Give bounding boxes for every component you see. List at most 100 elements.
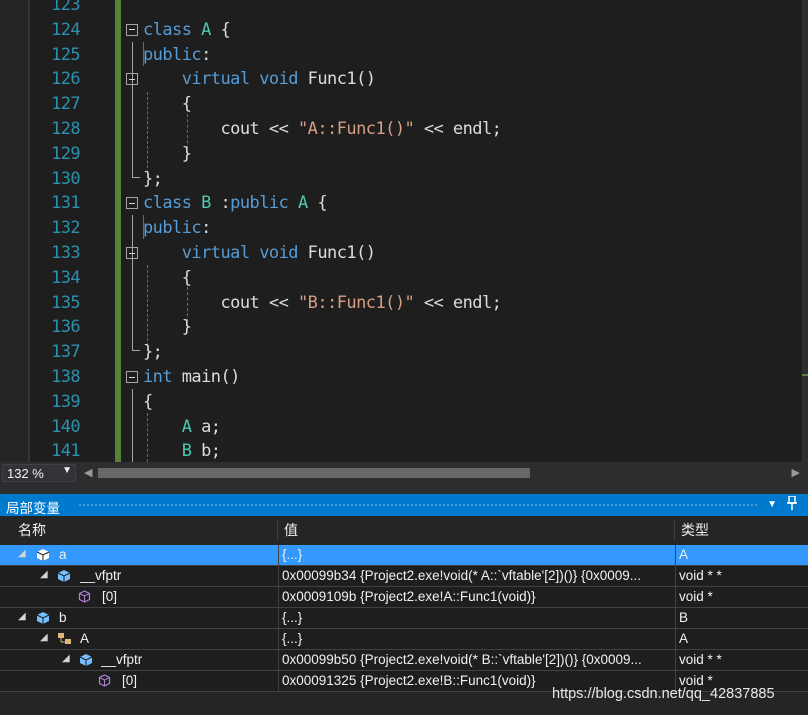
code-line[interactable]: 125 public: — [0, 44, 808, 69]
code-token: A — [297, 193, 308, 214]
code-line[interactable]: 130}; — [0, 168, 808, 193]
collapse-box-icon[interactable] — [126, 247, 138, 259]
locals-row[interactable]: [0] 0x0009109b {Project2.exe!A::Func1(voi… — [0, 587, 808, 608]
code-text: { — [143, 267, 192, 288]
column-value[interactable]: 值 — [278, 519, 675, 541]
code-text: class B :public A { — [143, 193, 328, 214]
local-value[interactable]: {...} — [282, 629, 672, 649]
local-value[interactable]: 0x00099b50 {Project2.exe!void(* B::`vfta… — [282, 650, 672, 670]
locals-title-bar[interactable]: 局部变量 ▼ — [0, 494, 808, 516]
cell-divider — [675, 650, 676, 670]
code-line[interactable]: 138 int main() — [0, 366, 808, 391]
code-token: }; — [143, 342, 163, 363]
cell-divider — [675, 566, 676, 586]
line-number: 127 — [51, 94, 81, 115]
code-token: cout << — [143, 292, 298, 313]
code-line[interactable]: 123 — [0, 0, 808, 19]
code-line[interactable]: 124 class A { — [0, 19, 808, 44]
code-line[interactable]: 129 } — [0, 143, 808, 168]
locals-row[interactable]: ◢ __vfptr 0x00099b34 {Project2.exe!void(* … — [0, 566, 808, 587]
code-token: cout << — [143, 119, 298, 139]
local-type: void * * — [679, 568, 722, 583]
code-token: : — [220, 193, 231, 214]
code-text: }; — [143, 342, 163, 363]
code-line[interactable]: 132 public: — [0, 217, 808, 242]
collapse-box-icon[interactable] — [126, 23, 138, 36]
panel-splitter[interactable] — [0, 484, 808, 494]
expand-triangle-icon[interactable]: ◢ — [18, 611, 26, 622]
object-cube-icon — [78, 590, 91, 603]
watermark: https://blog.csdn.net/qq_42837885 — [552, 686, 775, 702]
code-editor[interactable]: 123 124 class A {125 public: 126 virtual voi… — [0, 0, 808, 462]
code-token: { — [210, 19, 231, 40]
code-token: B — [181, 441, 202, 462]
code-line[interactable]: 139 { — [0, 391, 808, 416]
code-line[interactable]: 134 { — [0, 267, 808, 292]
code-token: A — [201, 19, 211, 40]
collapse-box-icon[interactable] — [126, 73, 138, 86]
code-token: }; — [143, 168, 163, 189]
local-value[interactable]: {...} — [282, 545, 672, 565]
dropdown-caret-icon[interactable]: ▼ — [767, 499, 777, 510]
cell-divider — [278, 587, 279, 607]
expand-triangle-icon[interactable]: ◢ — [40, 632, 48, 643]
scroll-left-arrow-icon[interactable]: ◀ — [84, 466, 92, 479]
local-value[interactable]: 0x0009109b {Project2.exe!A::Func1(void)} — [282, 587, 672, 607]
code-token: public — [230, 193, 298, 214]
code-line[interactable]: 126 virtual void Func1() — [0, 68, 808, 93]
code-line[interactable]: 127 { — [0, 93, 808, 118]
pin-icon[interactable] — [787, 495, 797, 513]
code-token: public — [143, 218, 202, 239]
expand-triangle-icon[interactable]: ◢ — [62, 653, 70, 664]
locals-row[interactable]: ◢ b {...} B — [0, 608, 808, 629]
locals-row[interactable]: ◢ A {...} A — [0, 629, 808, 650]
base-class-icon — [57, 632, 71, 645]
expand-triangle-icon[interactable]: ◢ — [40, 569, 48, 580]
code-line[interactable]: 135 cout << "B::Func1()" << endl; — [0, 292, 808, 317]
code-line[interactable]: 141 B b; — [0, 440, 808, 462]
local-type: void * * — [679, 652, 722, 667]
horizontal-scroll-thumb[interactable] — [98, 468, 530, 478]
code-token: b; — [201, 441, 221, 462]
cell-divider — [675, 587, 676, 607]
line-number: 133 — [51, 243, 81, 263]
code-token: class — [143, 19, 202, 40]
line-number: 130 — [51, 168, 81, 189]
code-token: Func1() — [307, 69, 376, 90]
locals-row[interactable]: ◢ __vfptr 0x00099b50 {Project2.exe!void(* … — [0, 650, 808, 671]
code-token: class — [143, 193, 202, 214]
code-line[interactable]: 136 } — [0, 316, 808, 341]
code-line[interactable]: 133 virtual void Func1() — [0, 242, 808, 267]
code-line[interactable]: 137}; — [0, 341, 808, 366]
local-value[interactable]: {...} — [282, 608, 672, 628]
code-token: << endl; — [414, 292, 502, 313]
code-token: virtual — [143, 69, 260, 90]
column-type[interactable]: 类型 — [675, 519, 808, 541]
column-name[interactable]: 名称 — [12, 519, 278, 541]
code-token: { — [143, 94, 192, 115]
local-name: b — [59, 610, 67, 625]
zoom-dropdown[interactable]: 132 % ▼ — [2, 464, 76, 482]
collapse-box-icon[interactable] — [126, 371, 138, 383]
local-name: __vfptr — [80, 568, 122, 583]
collapse-box-icon[interactable] — [126, 197, 138, 210]
locals-title: 局部变量 — [6, 501, 60, 516]
object-cube-icon — [36, 548, 50, 561]
expand-triangle-icon[interactable]: ◢ — [18, 548, 26, 559]
code-line[interactable]: 131 class B :public A { — [0, 192, 808, 217]
code-text: B b; — [143, 441, 221, 461]
code-text: cout << "B::Func1()" << endl; — [143, 293, 501, 313]
code-text: }; — [143, 168, 163, 189]
code-token: { — [143, 267, 192, 288]
object-cube-icon — [98, 674, 111, 687]
code-line[interactable]: 128 cout << "A::Func1()" << endl; — [0, 118, 808, 143]
scroll-right-arrow-icon[interactable]: ▶ — [792, 466, 800, 479]
local-value[interactable]: 0x00099b34 {Project2.exe!void(* A::`vfta… — [282, 566, 672, 586]
locals-row[interactable]: ◢ a {...} A — [0, 545, 808, 566]
code-line[interactable]: 140 A a; — [0, 416, 808, 441]
code-token: } — [143, 317, 192, 338]
code-text: cout << "A::Func1()" << endl; — [143, 119, 501, 139]
code-text: virtual void Func1() — [143, 69, 376, 90]
